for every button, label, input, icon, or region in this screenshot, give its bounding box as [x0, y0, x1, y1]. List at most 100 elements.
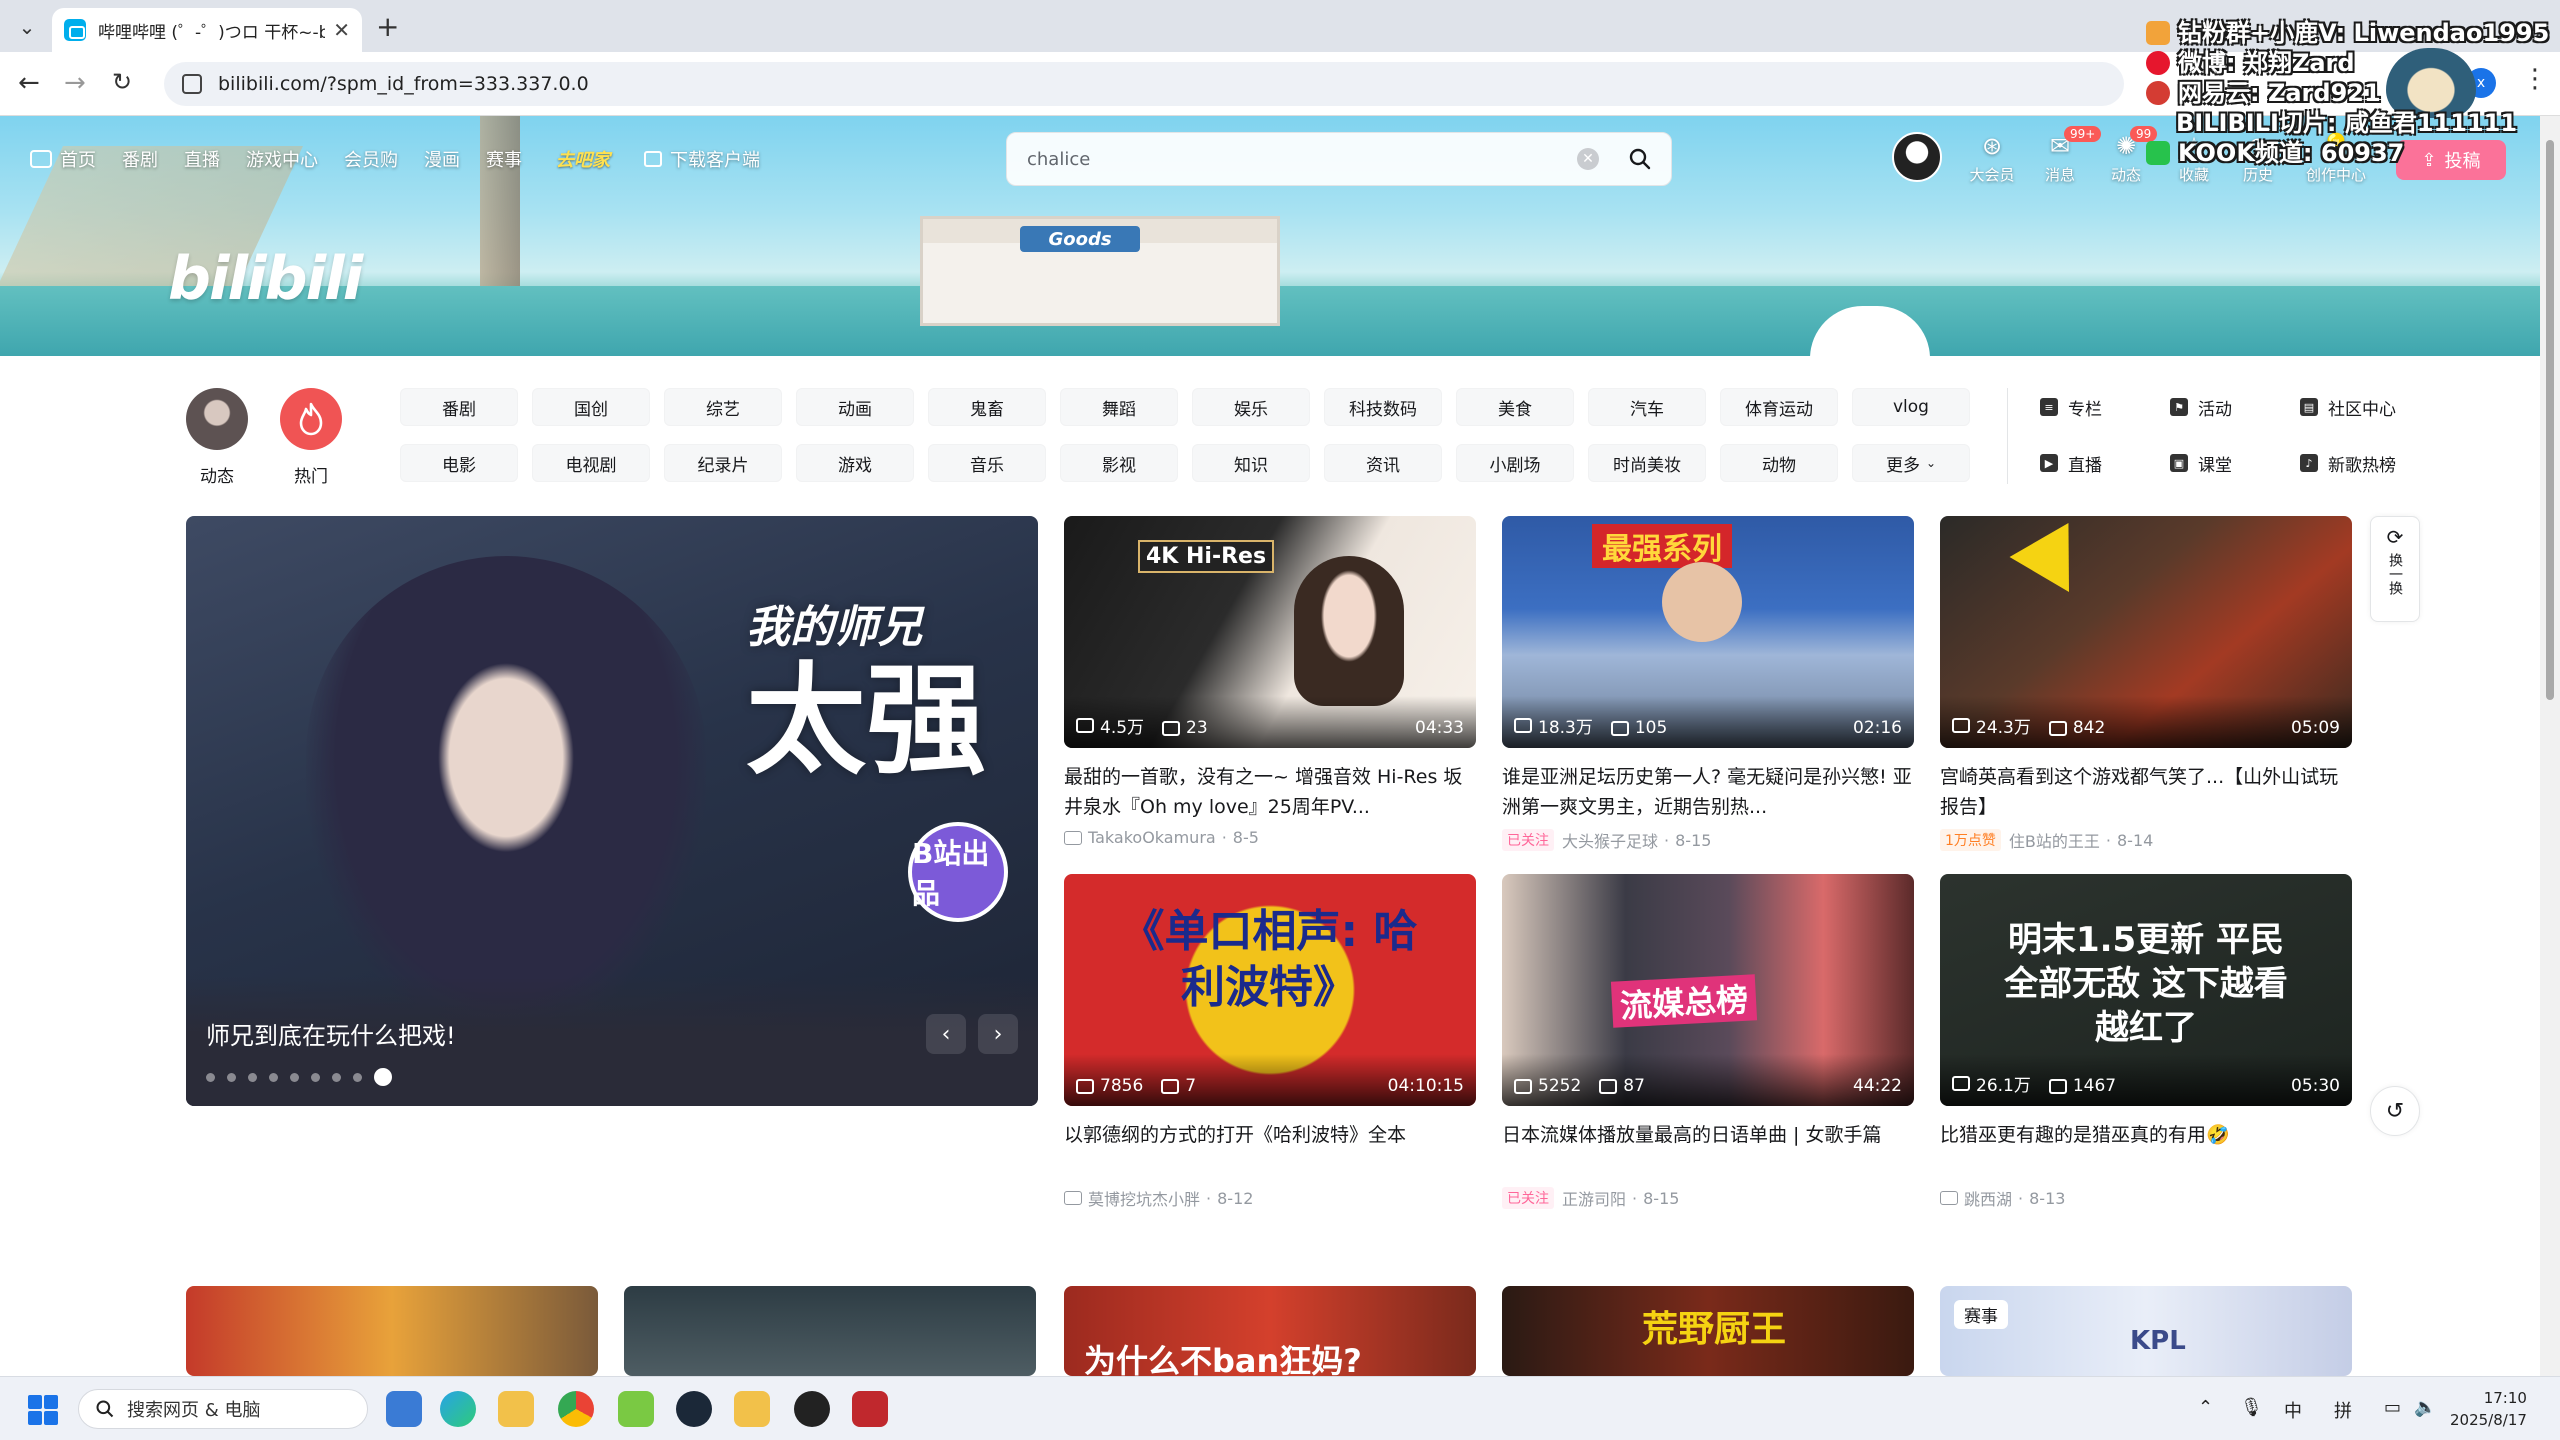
chrome-icon[interactable] [558, 1391, 594, 1427]
dota-icon[interactable] [852, 1391, 888, 1427]
channel-knowledge[interactable]: 知识 [1192, 444, 1310, 482]
video-thumbnail[interactable]: 最强系列 18.3万 105 02:16 [1502, 516, 1914, 748]
carousel-dot[interactable] [374, 1068, 392, 1086]
volume-icon[interactable]: 🔈 [2414, 1397, 2436, 1418]
carousel-next-icon[interactable]: › [978, 1014, 1018, 1054]
search-clear-icon[interactable]: ✕ [1577, 148, 1599, 170]
carousel-dot[interactable] [311, 1072, 320, 1082]
channel-tech[interactable]: 科技数码 [1324, 388, 1442, 426]
browser-tab[interactable]: 哔哩哔哩 (゜-゜)つロ 干杯~-b ✕ [52, 8, 362, 52]
video-title[interactable]: 谁是亚洲足坛历史第一人? 毫无疑问是孙兴慜! 亚洲第一爽文男主，近期告别热... [1502, 762, 1914, 822]
nav-doodle[interactable]: 去吧家 [556, 146, 610, 172]
video-up-name[interactable]: 莫博挖坑杰小胖 [1088, 1186, 1200, 1210]
obs-icon[interactable] [794, 1391, 830, 1427]
video-card[interactable]: 《单口相声: 哈利波特》 7856 7 04:10:15 以郭德纲的方式的打开《… [1064, 874, 1476, 1210]
microphone-icon[interactable]: 🎙 [2240, 1397, 2263, 1418]
video-title[interactable]: 宫崎英高看到这个游戏都气笑了...【山外山试玩报告】 [1940, 762, 2352, 822]
carousel-dot[interactable] [227, 1072, 236, 1082]
quick-dynamic[interactable]: 动态 [182, 388, 252, 487]
tray-chevron-up-icon[interactable]: ⌃ [2198, 1397, 2213, 1418]
video-thumbnail[interactable]: 荒野厨王 [1502, 1286, 1914, 1376]
video-card[interactable]: 24.3万 842 05:09 宫崎英高看到这个游戏都气笑了...【山外山试玩报… [1940, 516, 2352, 852]
video-card[interactable]: 流媒总榜 5252 87 44:22 日本流媒体播放量最高的日语单曲 | 女歌手… [1502, 874, 1914, 1210]
new-tab-icon[interactable]: + [376, 10, 399, 43]
app-owl-icon[interactable] [734, 1391, 770, 1427]
tab-search-icon[interactable]: ⌄ [10, 10, 44, 44]
carousel-dot[interactable] [332, 1072, 341, 1082]
user-avatar[interactable] [1892, 132, 1942, 182]
video-up-name[interactable]: 大头猴子足球 [1562, 828, 1658, 852]
banner-carousel[interactable]: 我的师兄 太强 B站出品 师兄到底在玩什么把戏! ‹ › [186, 516, 1038, 1106]
link-course[interactable]: ▣ 课堂 [2170, 444, 2280, 482]
video-title[interactable]: 日本流媒体播放量最高的日语单曲 | 女歌手篇 [1502, 1120, 1914, 1180]
link-activity[interactable]: ⚑ 活动 [2170, 388, 2280, 426]
channel-food[interactable]: 美食 [1456, 388, 1574, 426]
search-input[interactable] [1027, 148, 1577, 170]
link-live[interactable]: ▶ 直播 [2040, 444, 2150, 482]
tab-close-icon[interactable]: ✕ [333, 18, 350, 42]
channel-animal[interactable]: 动物 [1720, 444, 1838, 482]
bilibili-logo[interactable]: bilibili [168, 244, 363, 314]
video-card[interactable]: 明末1.5更新 平民全部无敌 这下越看越红了 26.1万 1467 05:30 … [1940, 874, 2352, 1210]
back-icon[interactable]: ← [18, 68, 40, 98]
video-thumbnail[interactable] [624, 1286, 1036, 1376]
channel-more[interactable]: 更多 ⌄ [1852, 444, 1970, 482]
video-up-name[interactable]: 跳西湖 [1964, 1186, 2012, 1210]
page-scrollbar[interactable] [2540, 116, 2560, 1376]
video-up-name[interactable]: 住B站的王王 [2009, 828, 2100, 852]
site-info-icon[interactable] [182, 74, 202, 94]
video-thumbnail[interactable]: 4K Hi-Res 4.5万 23 04:33 [1064, 516, 1476, 748]
ime-mode[interactable]: 中 [2284, 1397, 2302, 1423]
nav-bangumi[interactable]: 番剧 [122, 146, 158, 172]
back-to-top-button[interactable]: ↺ [2370, 1086, 2420, 1136]
app-frog-icon[interactable] [618, 1391, 654, 1427]
header-message[interactable]: ✉ 99+ 消息 [2030, 126, 2102, 185]
nav-manga[interactable]: 漫画 [424, 146, 460, 172]
video-up-name[interactable]: TakakoOkamura [1088, 828, 1216, 847]
link-column[interactable]: ≡ 专栏 [2040, 388, 2150, 426]
video-thumbnail[interactable]: 《单口相声: 哈利波特》 7856 7 04:10:15 [1064, 874, 1476, 1106]
channel-documentary[interactable]: 纪录片 [664, 444, 782, 482]
download-client-link[interactable]: 下载客户端 [644, 146, 760, 172]
taskbar-search[interactable]: 搜索网页 & 电脑 [78, 1389, 368, 1429]
channel-fashion[interactable]: 时尚美妆 [1588, 444, 1706, 482]
steam-icon[interactable] [676, 1391, 712, 1427]
channel-movie[interactable]: 电影 [400, 444, 518, 482]
channel-dance[interactable]: 舞蹈 [1060, 388, 1178, 426]
video-thumbnail[interactable] [186, 1286, 598, 1376]
channel-music[interactable]: 音乐 [928, 444, 1046, 482]
nav-mall[interactable]: 会员购 [344, 146, 398, 172]
video-thumbnail[interactable]: 24.3万 842 05:09 [1940, 516, 2352, 748]
nav-live[interactable]: 直播 [184, 146, 220, 172]
video-title[interactable]: 以郭德纲的方式的打开《哈利波特》全本 [1064, 1120, 1476, 1180]
channel-ent[interactable]: 娱乐 [1192, 388, 1310, 426]
scrollbar-thumb[interactable] [2546, 140, 2554, 700]
channel-vlog[interactable]: vlog [1852, 388, 1970, 426]
carousel-prev-icon[interactable]: ‹ [926, 1014, 966, 1054]
video-thumbnail[interactable]: 赛事 KPL [1940, 1286, 2352, 1376]
link-hot-songs[interactable]: ♪ 新歌热榜 [2300, 444, 2410, 482]
carousel-dot[interactable] [206, 1072, 215, 1082]
channel-sports[interactable]: 体育运动 [1720, 388, 1838, 426]
edge-icon[interactable] [440, 1391, 476, 1427]
video-up-name[interactable]: 正游司阳 [1562, 1186, 1626, 1210]
header-vip[interactable]: ⊛ 大会员 [1962, 132, 2022, 185]
quick-hot[interactable]: 热门 [276, 388, 346, 487]
channel-news[interactable]: 资讯 [1324, 444, 1442, 482]
carousel-caption[interactable]: 师兄到底在玩什么把戏! [206, 1016, 456, 1051]
channel-minitheater[interactable]: 小剧场 [1456, 444, 1574, 482]
windows-start-icon[interactable] [28, 1395, 58, 1425]
video-thumbnail[interactable]: 为什么不ban狂妈? [1064, 1286, 1476, 1376]
nav-game-center[interactable]: 游戏中心 [246, 146, 318, 172]
carousel-dot[interactable] [269, 1072, 278, 1082]
carousel-dot[interactable] [290, 1072, 299, 1082]
task-view-icon[interactable] [386, 1391, 422, 1427]
video-card[interactable]: 最强系列 18.3万 105 02:16 谁是亚洲足坛历史第一人? 毫无疑问是孙… [1502, 516, 1914, 852]
carousel-dot[interactable] [248, 1072, 257, 1082]
taskbar-clock[interactable]: 17:10 2025/8/17 [2450, 1387, 2527, 1431]
file-explorer-icon[interactable] [498, 1391, 534, 1427]
video-title[interactable]: 最甜的一首歌，没有之一~ 增强音效 Hi-Res 坂井泉水『Oh my love… [1064, 762, 1476, 822]
link-community[interactable]: ▤ 社区中心 [2300, 388, 2410, 426]
channel-game[interactable]: 游戏 [796, 444, 914, 482]
channel-guochuang[interactable]: 国创 [532, 388, 650, 426]
